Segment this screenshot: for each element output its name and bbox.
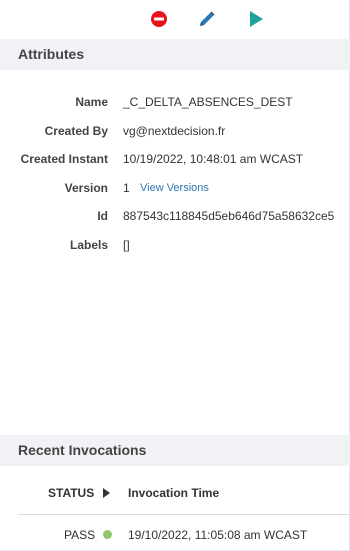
attr-row-version: Version 1 View Versions <box>0 181 350 199</box>
attr-row-created-by: Created By vg@nextdecision.fr <box>0 124 350 142</box>
attr-value: 887543c118845d5eb646d75a58632ce5 <box>123 209 335 223</box>
attr-label: Id <box>97 209 108 223</box>
attributes-title: Attributes <box>18 46 85 62</box>
attr-label: Created Instant <box>20 152 108 166</box>
attributes-header: Attributes <box>0 39 350 70</box>
attr-label: Created By <box>44 124 108 138</box>
run-button[interactable] <box>245 8 267 30</box>
attr-value: 1 View Versions <box>123 181 209 195</box>
invocations-title: Recent Invocations <box>18 442 147 458</box>
invocations-header: Recent Invocations <box>0 435 350 466</box>
attr-label: Labels <box>69 238 108 252</box>
pencil-icon <box>200 11 215 26</box>
table-divider <box>18 514 350 515</box>
view-versions-link[interactable]: View Versions <box>140 182 209 194</box>
attr-row-name: Name _C_DELTA_ABSENCES_DEST <box>0 95 350 113</box>
attr-value: [] <box>123 238 130 252</box>
attr-row-labels: Labels [] <box>0 238 350 256</box>
attr-label: Name <box>75 95 108 109</box>
attr-row-created-instant: Created Instant 10/19/2022, 10:48:01 am … <box>0 152 350 170</box>
stop-button[interactable] <box>148 8 170 30</box>
caret-right-icon[interactable] <box>103 488 110 498</box>
invocation-time-column-header[interactable]: Invocation Time <box>128 486 219 500</box>
status-column-header[interactable]: STATUS <box>48 486 94 500</box>
toolbar <box>0 8 350 30</box>
attr-value: _C_DELTA_ABSENCES_DEST <box>123 95 293 109</box>
attr-row-id: Id 887543c118845d5eb646d75a58632ce5 <box>0 209 350 227</box>
version-number: 1 <box>123 181 130 195</box>
attr-label: Version <box>64 181 108 195</box>
panel-frame <box>0 0 350 551</box>
play-icon <box>250 11 263 27</box>
pass-status-dot <box>103 530 112 539</box>
invocation-time-cell: 19/10/2022, 11:05:08 am WCAST <box>128 528 308 542</box>
edit-button[interactable] <box>196 8 218 30</box>
attr-value: vg@nextdecision.fr <box>123 124 226 138</box>
stop-icon <box>151 11 167 27</box>
attr-value: 10/19/2022, 10:48:01 am WCAST <box>123 152 304 166</box>
status-cell: PASS <box>64 528 96 542</box>
